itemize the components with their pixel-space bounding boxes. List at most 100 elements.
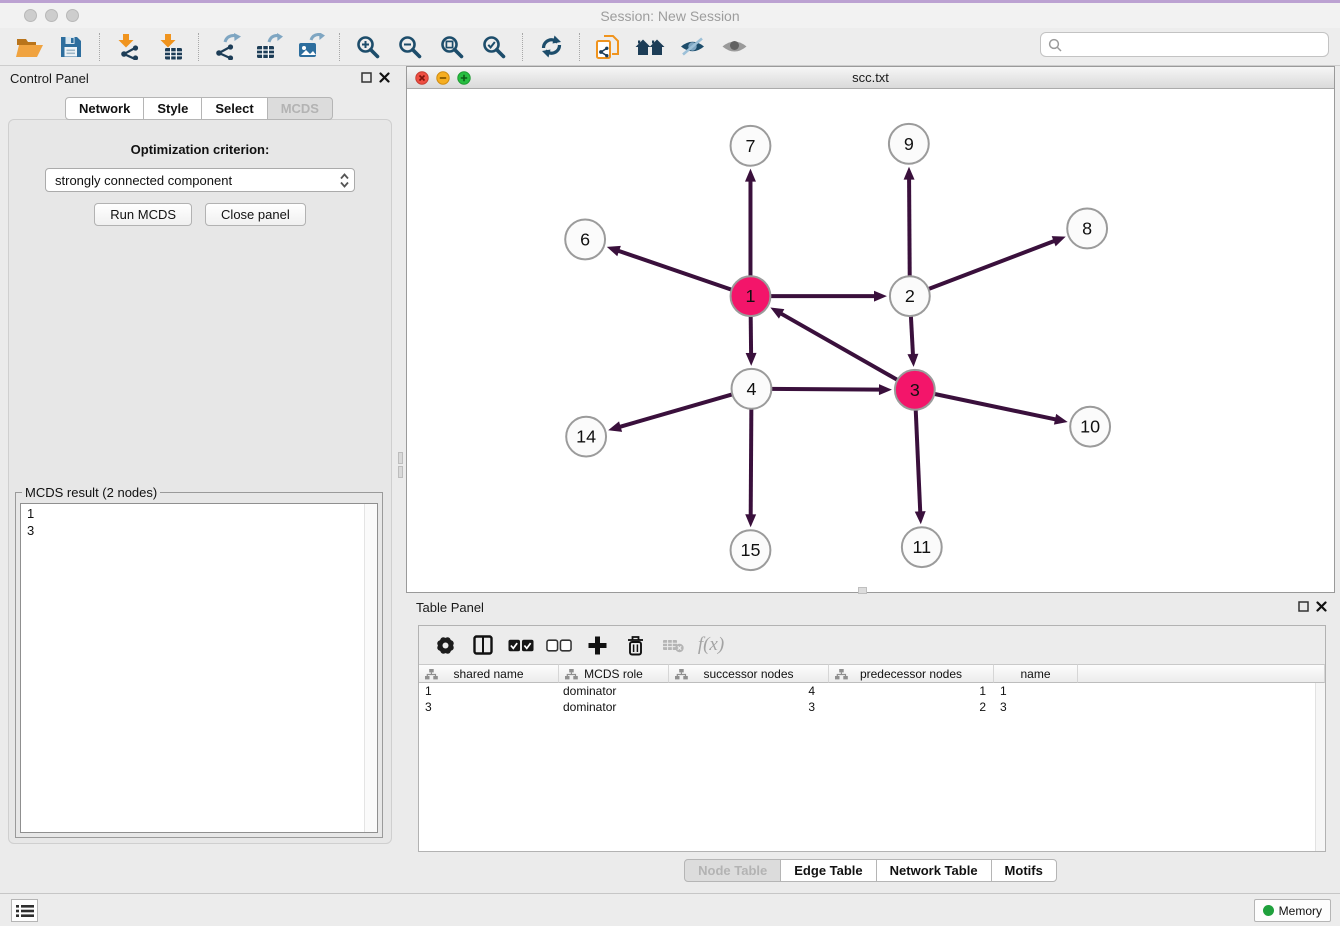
close-panel-icon[interactable] <box>379 72 390 83</box>
hide-selected-button[interactable] <box>675 31 709 63</box>
graph-node-1[interactable]: 1 <box>731 276 771 316</box>
graph-node-15[interactable]: 15 <box>731 530 771 570</box>
tab-style[interactable]: Style <box>143 97 202 120</box>
network-canvas[interactable]: 7 9 6 8 1 2 4 3 14 10 15 11 <box>407 89 1334 592</box>
column-header-name[interactable]: name <box>994 664 1078 683</box>
hierarchy-icon <box>565 669 578 680</box>
graph-node-4[interactable]: 4 <box>732 369 772 409</box>
open-folder-icon <box>15 35 44 59</box>
search-box[interactable] <box>1040 32 1329 57</box>
control-panel-tabs: Network Style Select MCDS <box>0 97 398 120</box>
edge-3-to-1[interactable] <box>780 313 899 381</box>
graph-node-14[interactable]: 14 <box>566 417 606 457</box>
float-panel-icon[interactable] <box>361 72 372 83</box>
edge-4-to-3[interactable] <box>769 389 881 390</box>
memory-button[interactable]: Memory <box>1254 899 1331 922</box>
table-row[interactable]: 1 dominator 4 1 1 <box>419 683 1325 699</box>
column-header-shared-name[interactable]: shared name <box>419 664 559 683</box>
graph-node-2[interactable]: 2 <box>890 276 930 316</box>
tab-network[interactable]: Network <box>65 97 144 120</box>
function-builder-button[interactable]: f(x) <box>698 632 724 658</box>
edge-4-to-14[interactable] <box>619 394 735 427</box>
save-session-button[interactable] <box>54 31 88 63</box>
zoom-out-button[interactable] <box>393 31 427 63</box>
zoom-in-button[interactable] <box>351 31 385 63</box>
graph-node-6[interactable]: 6 <box>565 219 605 259</box>
import-table-button[interactable] <box>153 31 187 63</box>
cell-successor-nodes[interactable]: 3 <box>669 699 829 715</box>
delete-table-button[interactable] <box>660 632 686 658</box>
open-session-button[interactable] <box>12 31 46 63</box>
arrowhead-icon <box>608 421 622 432</box>
zoom-selected-button[interactable] <box>477 31 511 63</box>
network-window-titlebar[interactable]: scc.txt <box>407 67 1334 89</box>
tab-motifs[interactable]: Motifs <box>991 859 1057 882</box>
graph-node-8[interactable]: 8 <box>1067 209 1107 249</box>
export-image-button[interactable] <box>294 31 328 63</box>
column-header-mcds-role[interactable]: MCDS role <box>559 664 669 683</box>
graph-node-10[interactable]: 10 <box>1070 407 1110 447</box>
mcds-result-text[interactable]: 1 3 <box>20 503 378 833</box>
refresh-layout-button[interactable] <box>534 31 568 63</box>
mcds-result-line: 3 <box>27 522 377 539</box>
cell-name[interactable]: 1 <box>994 683 1078 699</box>
result-scrollbar[interactable] <box>364 504 377 832</box>
edge-4-to-15[interactable] <box>751 407 752 517</box>
graph-node-11[interactable]: 11 <box>902 527 942 567</box>
memory-status-icon <box>1263 905 1274 916</box>
close-table-panel-icon[interactable] <box>1316 601 1327 612</box>
zoom-fit-button[interactable] <box>435 31 469 63</box>
cell-successor-nodes[interactable]: 4 <box>669 683 829 699</box>
export-network-button[interactable] <box>210 31 244 63</box>
cell-shared-name[interactable]: 1 <box>419 683 559 699</box>
cell-predecessor-nodes[interactable]: 2 <box>829 699 994 715</box>
column-header-successor-nodes[interactable]: successor nodes <box>669 664 829 683</box>
table-settings-button[interactable] <box>432 632 458 658</box>
delete-column-button[interactable] <box>622 632 648 658</box>
edge-2-to-8[interactable] <box>927 241 1056 290</box>
tab-mcds[interactable]: MCDS <box>267 97 333 120</box>
tab-node-table[interactable]: Node Table <box>684 859 781 882</box>
create-column-button[interactable] <box>584 632 610 658</box>
edge-3-to-11[interactable] <box>916 408 921 514</box>
import-network-button[interactable] <box>111 31 145 63</box>
eye-slash-icon <box>679 36 706 57</box>
tab-network-table[interactable]: Network Table <box>876 859 992 882</box>
arrowhead-icon <box>745 169 756 182</box>
graph-node-3[interactable]: 3 <box>895 370 935 410</box>
select-all-columns-button[interactable] <box>508 632 534 658</box>
show-columns-button[interactable] <box>470 632 496 658</box>
edge-3-to-10[interactable] <box>932 393 1057 419</box>
first-neighbors-button[interactable] <box>633 31 667 63</box>
cell-predecessor-nodes[interactable]: 1 <box>829 683 994 699</box>
graph-node-7[interactable]: 7 <box>731 126 771 166</box>
float-table-panel-icon[interactable] <box>1298 601 1309 612</box>
run-mcds-button[interactable]: Run MCDS <box>94 203 192 226</box>
cell-shared-name[interactable]: 3 <box>419 699 559 715</box>
show-all-button[interactable] <box>717 31 751 63</box>
deselect-all-columns-button[interactable] <box>546 632 572 658</box>
table-scrollbar[interactable] <box>1315 683 1325 851</box>
fx-icon: f(x) <box>698 634 724 656</box>
cell-name[interactable]: 3 <box>994 699 1078 715</box>
vertical-splitter-handle[interactable] <box>398 450 405 486</box>
network-graph[interactable]: 7 9 6 8 1 2 4 3 14 10 15 11 <box>407 89 1334 592</box>
tab-select[interactable]: Select <box>201 97 267 120</box>
clone-network-button[interactable] <box>591 31 625 63</box>
horizontal-splitter-handle[interactable] <box>858 587 867 594</box>
edge-2-to-3[interactable] <box>911 314 913 356</box>
task-history-button[interactable] <box>11 899 38 922</box>
graph-node-9[interactable]: 9 <box>889 124 929 164</box>
close-panel-button[interactable]: Close panel <box>205 203 306 226</box>
edge-1-to-6[interactable] <box>617 250 733 290</box>
main-titlebar: Session: New Session <box>0 3 1340 28</box>
search-input[interactable] <box>1067 37 1328 52</box>
criterion-select[interactable]: strongly connected component <box>45 168 355 192</box>
column-header-predecessor-nodes[interactable]: predecessor nodes <box>829 664 994 683</box>
table-row[interactable]: 3 dominator 3 2 3 <box>419 699 1325 715</box>
cell-mcds-role[interactable]: dominator <box>559 683 669 699</box>
cell-mcds-role[interactable]: dominator <box>559 699 669 715</box>
edge-2-to-9[interactable] <box>909 178 910 279</box>
tab-edge-table[interactable]: Edge Table <box>780 859 876 882</box>
export-table-button[interactable] <box>252 31 286 63</box>
